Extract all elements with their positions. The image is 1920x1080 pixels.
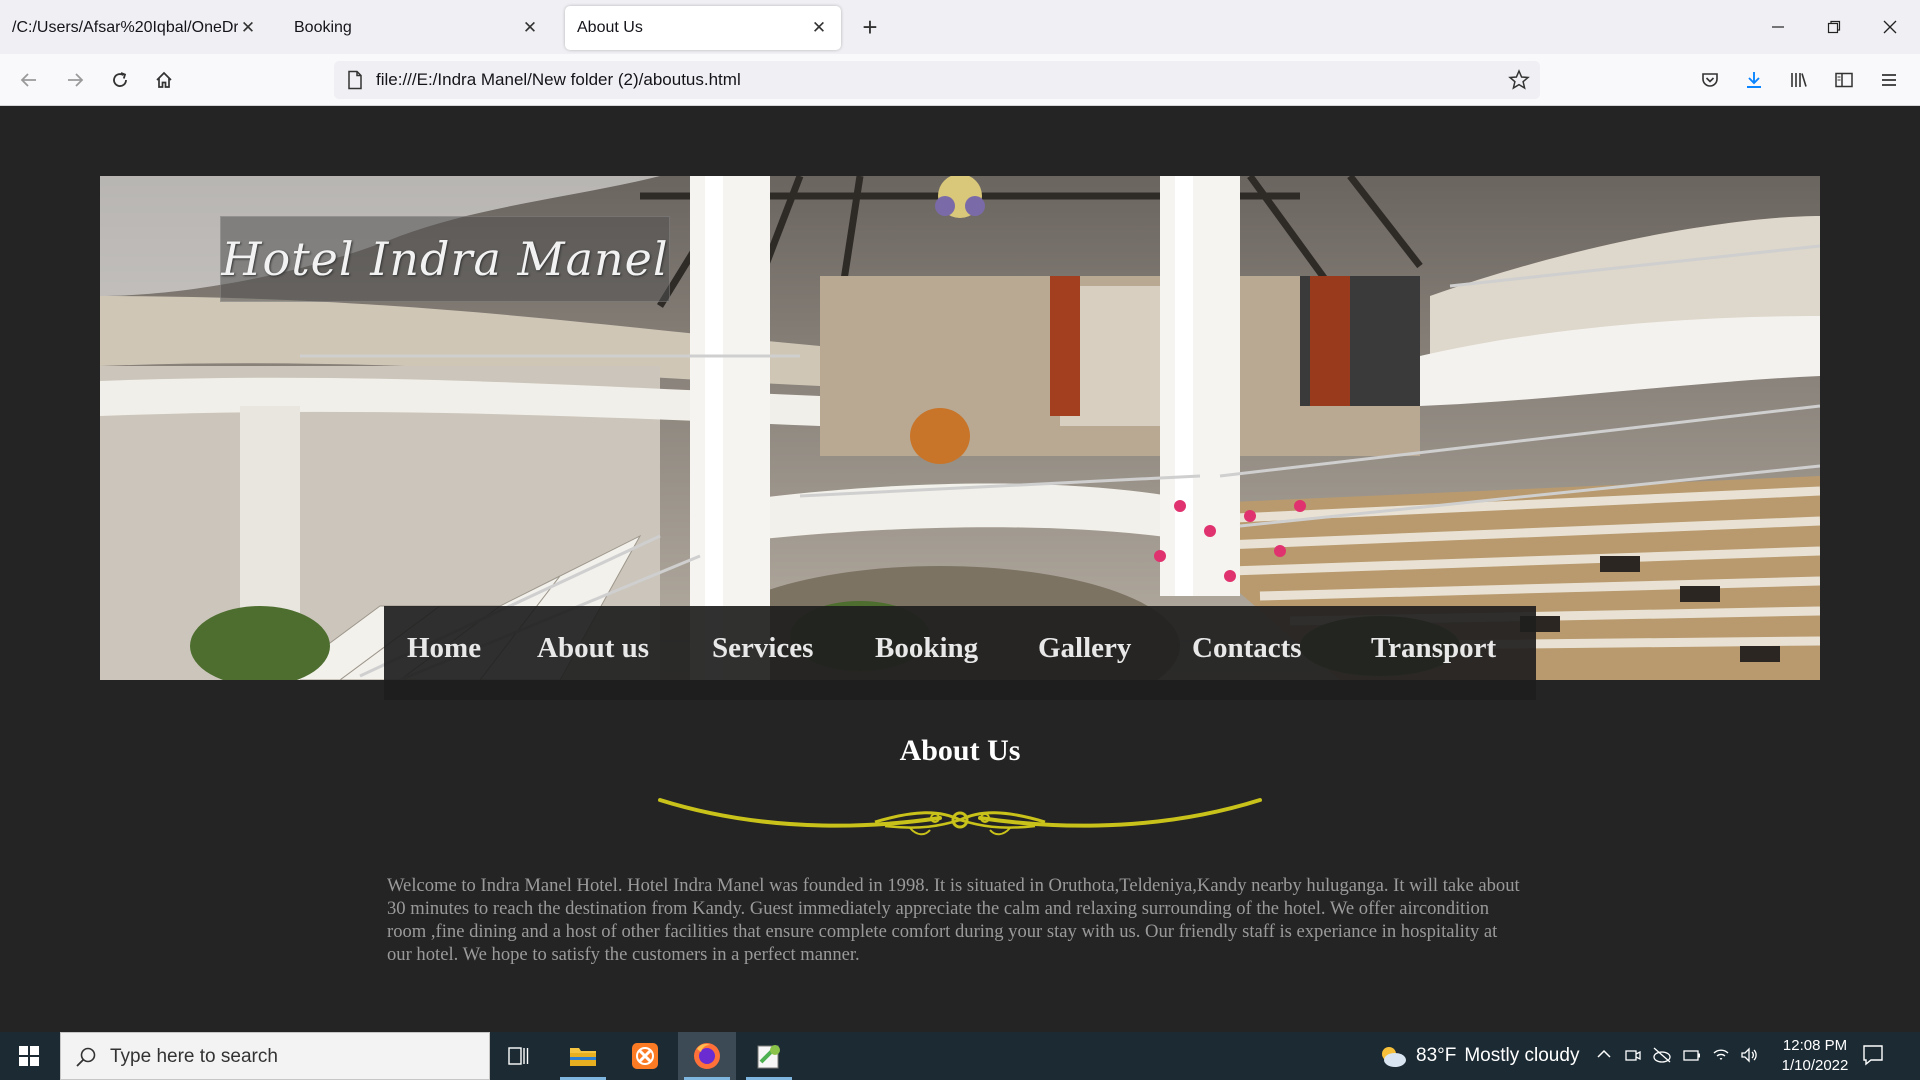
- windows-start-icon[interactable]: [0, 1032, 58, 1080]
- tab-booking[interactable]: Booking ✕: [282, 6, 552, 50]
- clock-time: 12:08 PM: [1782, 1037, 1848, 1054]
- downloads-icon[interactable]: [1737, 64, 1771, 96]
- address-bar[interactable]: file:///E:/Indra Manel/New folder (2)/ab…: [334, 61, 1540, 99]
- xampp-icon[interactable]: [616, 1032, 674, 1080]
- meet-now-icon[interactable]: [1624, 1046, 1642, 1069]
- weather-description: Mostly cloudy: [1464, 1045, 1580, 1066]
- restore-icon[interactable]: [1812, 10, 1856, 44]
- tab-label: Booking: [294, 19, 352, 36]
- page-content: Hotel Indra Manel Home About us Services…: [0, 106, 1920, 1032]
- nav-services[interactable]: Services: [712, 632, 813, 665]
- nav-gallery[interactable]: Gallery: [1038, 632, 1131, 665]
- close-tab-icon[interactable]: ✕: [520, 18, 540, 38]
- nav-about-us[interactable]: About us: [537, 632, 649, 665]
- system-clock[interactable]: 12:08 PM 1/10/2022: [1770, 1036, 1860, 1076]
- task-view-icon[interactable]: [490, 1032, 548, 1080]
- wifi-icon[interactable]: [1712, 1046, 1730, 1069]
- nav-contacts[interactable]: Contacts: [1192, 632, 1302, 665]
- cloudy-weather-icon: [1382, 1047, 1406, 1067]
- battery-icon[interactable]: [1682, 1046, 1702, 1069]
- tab-about-us[interactable]: About Us ✕: [565, 6, 841, 50]
- back-icon[interactable]: [12, 64, 46, 96]
- main-navigation: Home About us Services Booking Gallery C…: [384, 606, 1536, 700]
- new-tab-button[interactable]: +: [856, 14, 884, 42]
- sidebar-icon[interactable]: [1827, 64, 1861, 96]
- volume-icon[interactable]: [1740, 1046, 1758, 1069]
- windows-taskbar: Type here to search 83°F Mostly cloudy 1…: [0, 1032, 1920, 1080]
- close-tab-icon[interactable]: ✕: [809, 18, 829, 38]
- pocket-icon[interactable]: [1693, 64, 1727, 96]
- nav-booking[interactable]: Booking: [875, 632, 978, 665]
- clock-date: 1/10/2022: [1781, 1057, 1849, 1074]
- search-icon: [75, 1046, 97, 1073]
- tab-label: /C:/Users/Afsar%20Iqbal/OneDrive/: [12, 19, 238, 36]
- hotel-logo-text: Hotel Indra Manel: [221, 232, 669, 286]
- notepad-plus-icon[interactable]: [740, 1032, 798, 1080]
- browser-tab-bar: /C:/Users/Afsar%20Iqbal/OneDrive/ ✕ Book…: [0, 0, 1920, 54]
- library-icon[interactable]: [1782, 64, 1816, 96]
- weather-widget[interactable]: 83°F Mostly cloudy: [1378, 1044, 1579, 1068]
- firefox-icon[interactable]: [678, 1032, 736, 1080]
- file-explorer-icon[interactable]: [554, 1032, 612, 1080]
- page-icon: [346, 70, 364, 95]
- tab-onedrive[interactable]: /C:/Users/Afsar%20Iqbal/OneDrive/ ✕: [0, 6, 270, 50]
- onedrive-offline-icon[interactable]: [1652, 1046, 1672, 1069]
- close-tab-icon[interactable]: ✕: [238, 18, 258, 38]
- tab-label: About Us: [577, 19, 643, 36]
- about-paragraph: Welcome to Indra Manel Hotel. Hotel Indr…: [387, 875, 1520, 965]
- weather-temperature: 83°F: [1416, 1045, 1457, 1066]
- bookmark-star-icon[interactable]: [1508, 69, 1530, 96]
- forward-icon[interactable]: [58, 64, 92, 96]
- reload-icon[interactable]: [103, 64, 137, 96]
- divider-ornament: [655, 796, 1265, 847]
- url-text: file:///E:/Indra Manel/New folder (2)/ab…: [376, 70, 741, 89]
- search-placeholder: Type here to search: [110, 1046, 278, 1067]
- browser-nav-bar: file:///E:/Indra Manel/New folder (2)/ab…: [0, 54, 1920, 106]
- show-hidden-icons-chevron-icon[interactable]: [1596, 1046, 1612, 1067]
- menu-icon[interactable]: [1872, 64, 1906, 96]
- minimize-icon[interactable]: [1756, 10, 1800, 44]
- nav-transport[interactable]: Transport: [1371, 632, 1496, 665]
- notification-center-icon[interactable]: [1862, 1044, 1884, 1071]
- hero-image: Hotel Indra Manel: [100, 176, 1820, 680]
- hotel-logo[interactable]: Hotel Indra Manel: [220, 216, 670, 302]
- nav-home[interactable]: Home: [407, 632, 481, 665]
- home-icon[interactable]: [147, 64, 181, 96]
- close-window-icon[interactable]: [1868, 10, 1912, 44]
- taskbar-search-box[interactable]: Type here to search: [60, 1032, 490, 1080]
- section-title: About Us: [899, 734, 1021, 767]
